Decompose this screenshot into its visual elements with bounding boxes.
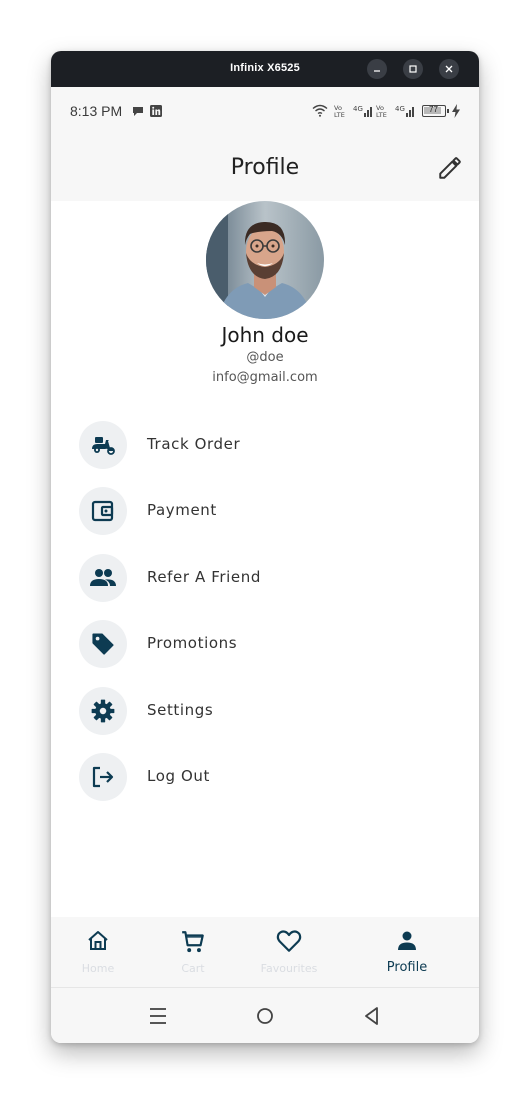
app-bar: Profile — [51, 135, 479, 201]
menu-item-label: Refer A Friend — [147, 568, 261, 586]
battery-icon: 77 — [422, 105, 449, 117]
linkedin-icon — [150, 105, 162, 117]
system-nav-bar — [51, 987, 479, 1043]
nav-item-home[interactable]: Home — [68, 917, 128, 987]
status-bar: 8:13 PM Vo LTE 4G Vo LTE 4G 77 — [51, 87, 479, 135]
maximize-icon — [409, 65, 417, 73]
menu-item-log-out[interactable]: Log Out — [79, 753, 449, 803]
nav-item-label: Favourites — [260, 962, 318, 975]
menu-item-label: Settings — [147, 701, 214, 719]
wifi-icon — [312, 104, 328, 117]
nav-item-profile[interactable]: Profile — [377, 917, 437, 987]
home-icon — [88, 931, 108, 950]
menu-icon-badge — [79, 421, 127, 469]
profile-name: John doe — [221, 323, 309, 347]
menu-item-label: Log Out — [147, 767, 210, 785]
scooter-icon — [92, 437, 115, 455]
nav-item-cart[interactable]: Cart — [163, 917, 223, 987]
minimize-icon — [374, 70, 380, 72]
logout-icon — [92, 766, 114, 788]
menu-icon-badge — [79, 487, 127, 535]
home-system-button[interactable] — [250, 1004, 280, 1028]
menu-item-settings[interactable]: Settings — [79, 687, 449, 737]
battery-level: 77 — [429, 105, 438, 114]
svg-text:4G: 4G — [353, 105, 363, 113]
signal-icon: Vo LTE 4G Vo LTE 4G — [334, 104, 414, 119]
nav-item-label: Home — [81, 962, 115, 975]
menu-item-label: Promotions — [147, 634, 238, 652]
menu-icon-badge — [79, 753, 127, 801]
chat-bubble-icon — [133, 107, 143, 116]
menu-item-label: Track Order — [147, 435, 241, 453]
svg-text:LTE: LTE — [334, 111, 345, 119]
back-button[interactable] — [357, 1004, 387, 1028]
maximize-button[interactable] — [403, 59, 423, 79]
person-icon — [398, 931, 416, 950]
page-title: Profile — [230, 155, 300, 180]
menu-icon — [150, 1008, 166, 1024]
menu-icon-badge — [79, 554, 127, 602]
tag-icon — [92, 633, 114, 655]
bottom-nav: Home Cart Favourites Profile — [51, 917, 479, 987]
nav-item-favourites[interactable]: Favourites — [255, 917, 323, 987]
nav-item-label: Profile — [386, 960, 428, 975]
nav-item-label: Cart — [181, 962, 205, 975]
menu-icon-badge — [79, 687, 127, 735]
minimize-button[interactable] — [367, 59, 387, 79]
gear-icon — [91, 699, 115, 723]
back-icon — [365, 1007, 378, 1025]
window-titlebar: Infinix X6525 — [51, 51, 479, 87]
menu-item-label: Payment — [147, 501, 217, 519]
svg-text:4G: 4G — [395, 105, 405, 113]
profile-email: info@gmail.com — [212, 370, 318, 385]
avatar — [206, 201, 324, 319]
people-icon — [90, 569, 116, 586]
svg-text:LTE: LTE — [376, 111, 387, 119]
charging-icon — [452, 104, 460, 118]
heart-icon — [276, 930, 302, 952]
home-circle-icon — [257, 1008, 273, 1024]
menu-item-track-order[interactable]: Track Order — [79, 421, 449, 471]
recent-apps-button[interactable] — [143, 1004, 173, 1028]
close-button[interactable] — [439, 59, 459, 79]
menu-item-payment[interactable]: Payment — [79, 487, 449, 537]
menu-item-promotions[interactable]: Promotions — [79, 620, 449, 670]
menu-icon-badge — [79, 620, 127, 668]
close-icon — [445, 65, 453, 73]
cart-icon — [182, 931, 204, 953]
edit-profile-button[interactable] — [437, 155, 463, 181]
profile-handle: @doe — [246, 350, 284, 365]
status-time: 8:13 PM — [70, 103, 123, 119]
menu-item-refer-a-friend[interactable]: Refer A Friend — [79, 554, 449, 604]
pencil-icon — [439, 157, 461, 179]
device-window: Infinix X6525 8:13 PM Vo LTE 4G Vo LTE 4… — [51, 51, 479, 1043]
wallet-icon — [91, 500, 114, 522]
